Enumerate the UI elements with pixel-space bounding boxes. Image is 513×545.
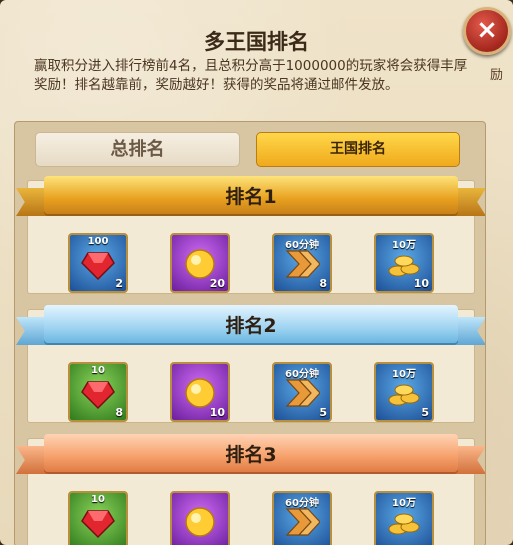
reward-item[interactable]: 10 bbox=[170, 362, 230, 422]
reward-item[interactable]: 10 bbox=[68, 491, 128, 545]
rank-card-3: 排名3 10 60分钟 10万 bbox=[16, 434, 485, 545]
ranking-panel: 多王国排名 × 励 赢取积分进入排行榜前4名，且总积分高于1000000的玩家将… bbox=[0, 0, 513, 545]
rank-ribbon-3: 排名3 bbox=[16, 434, 485, 480]
rankings-content[interactable]: 总排名 王国排名 排名1 100 2 20 60分钟 8 10万 10 排名2 … bbox=[14, 121, 486, 545]
reward-item[interactable]: 10 8 bbox=[68, 362, 128, 422]
description-text: 赢取积分进入排行榜前4名，且总积分高于1000000的玩家将会获得丰厚奖励！排名… bbox=[34, 58, 468, 93]
rank-label-2: 排名2 bbox=[225, 315, 277, 337]
golden-orb-icon bbox=[185, 507, 215, 537]
gold-coins-icon bbox=[388, 255, 420, 277]
rank-ribbon-2: 排名2 bbox=[16, 305, 485, 351]
reward-list-3: 10 60分钟 10万 bbox=[28, 491, 474, 545]
page-title: 多王国排名 bbox=[204, 30, 309, 54]
speedup-arrow-icon bbox=[285, 379, 320, 407]
edge-text: 励 bbox=[490, 68, 504, 83]
close-button[interactable]: × bbox=[463, 7, 511, 55]
tab-kingdom-ranking[interactable]: 王国排名 bbox=[256, 132, 460, 167]
reward-list-1: 100 2 20 60分钟 8 10万 10 bbox=[28, 233, 474, 295]
rank-card-1: 排名1 100 2 20 60分钟 8 10万 10 bbox=[16, 176, 485, 295]
gold-coins-icon bbox=[388, 513, 420, 535]
reward-item[interactable]: 100 2 bbox=[68, 233, 128, 293]
golden-orb-icon bbox=[185, 249, 215, 279]
close-icon: × bbox=[476, 15, 498, 45]
reward-item[interactable] bbox=[170, 491, 230, 545]
reward-item[interactable]: 20 bbox=[170, 233, 230, 293]
rank-label-3: 排名3 bbox=[225, 444, 277, 466]
speedup-arrow-icon bbox=[285, 250, 320, 278]
golden-orb-icon bbox=[185, 378, 215, 408]
reward-item[interactable]: 10万 5 bbox=[374, 362, 434, 422]
speedup-arrow-icon bbox=[285, 508, 320, 536]
reward-item[interactable]: 60分钟 5 bbox=[272, 362, 332, 422]
ruby-icon bbox=[81, 510, 115, 539]
reward-item[interactable]: 60分钟 bbox=[272, 491, 332, 545]
reward-list-2: 10 8 10 60分钟 5 10万 5 bbox=[28, 362, 474, 424]
rank-ribbon-1: 排名1 bbox=[16, 176, 485, 222]
tab-total-ranking[interactable]: 总排名 bbox=[35, 132, 240, 167]
reward-item[interactable]: 60分钟 8 bbox=[272, 233, 332, 293]
rank-label-1: 排名1 bbox=[225, 186, 277, 208]
ruby-icon bbox=[81, 252, 115, 281]
rank-card-2: 排名2 10 8 10 60分钟 5 10万 5 bbox=[16, 305, 485, 424]
ruby-icon bbox=[81, 381, 115, 410]
reward-item[interactable]: 10万 bbox=[374, 491, 434, 545]
reward-item[interactable]: 10万 10 bbox=[374, 233, 434, 293]
gold-coins-icon bbox=[388, 384, 420, 406]
